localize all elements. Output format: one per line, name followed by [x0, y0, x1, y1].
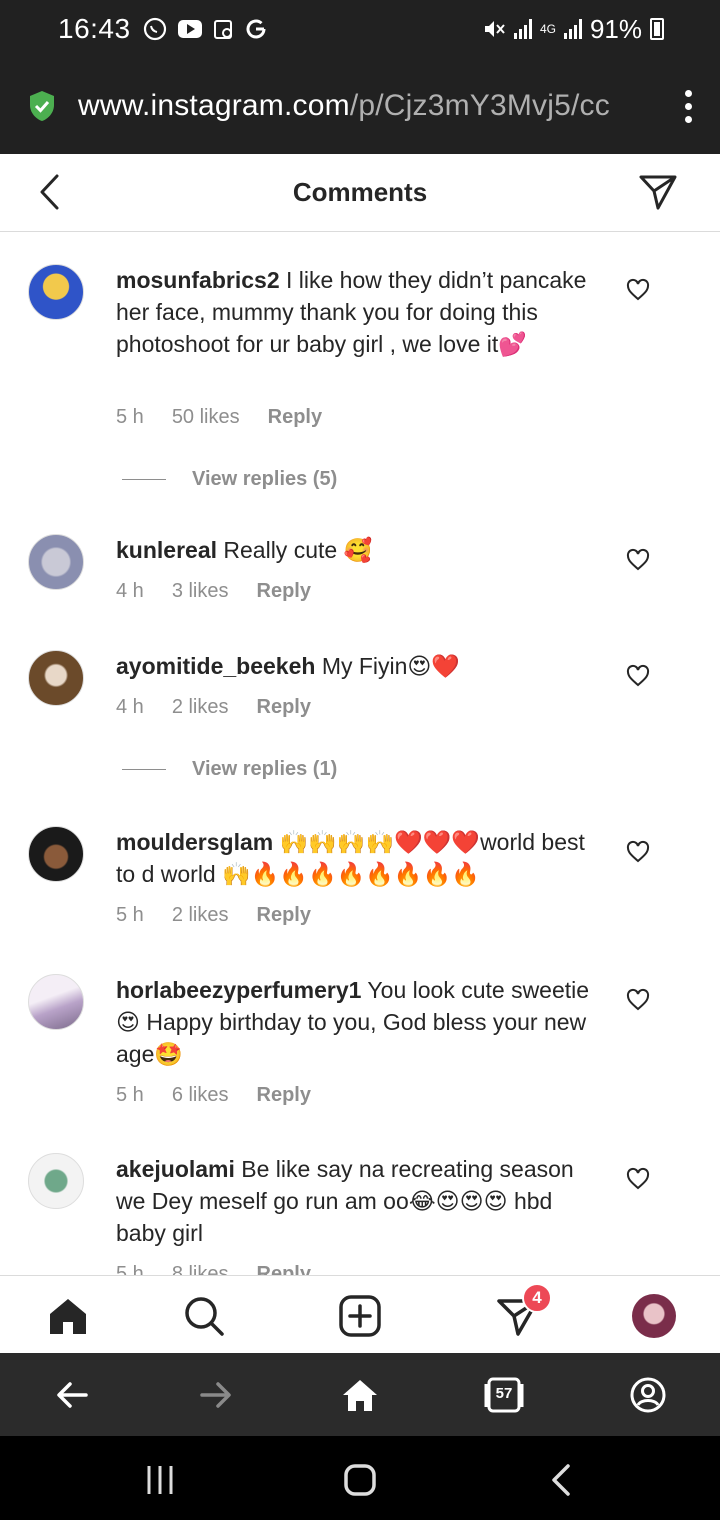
comment-meta: 5 h 8 likes Reply: [116, 1263, 311, 1275]
google-icon: [246, 19, 266, 39]
comment-text: mouldersglam 🙌🙌🙌🙌❤️❤️❤️world best to d w…: [116, 826, 606, 890]
comment-meta: 5 h 50 likes Reply: [116, 406, 322, 429]
avatar[interactable]: [28, 264, 84, 320]
mute-icon: [484, 21, 505, 37]
browser-menu-button[interactable]: [676, 89, 700, 123]
comments-list[interactable]: mosunfabrics2 I like how they didn’t pan…: [0, 232, 720, 1275]
comment-text: kunlereal Really cute 🥰: [116, 534, 606, 566]
comment-likes[interactable]: 50 likes: [172, 406, 240, 429]
comment-username[interactable]: akejuolami: [116, 1156, 235, 1182]
comment-text: akejuolami Be like say na recreating sea…: [116, 1153, 606, 1249]
comment-text: horlabeezyperfumery1 You look cute sweet…: [116, 974, 606, 1070]
heart-icon[interactable]: [626, 988, 650, 1012]
heart-icon[interactable]: [626, 278, 650, 302]
avatar[interactable]: [28, 650, 84, 706]
comment-time: 5 h: [116, 406, 144, 428]
comment-meta: 4 h 3 likes Reply: [116, 580, 311, 603]
view-replies-button[interactable]: View replies (5): [122, 468, 337, 491]
status-right: 4G 91%: [482, 14, 664, 45]
comment-time: 5 h: [116, 1263, 144, 1275]
comment-text: mosunfabrics2 I like how they didn’t pan…: [116, 264, 606, 360]
youtube-icon: [177, 20, 202, 38]
comment-username[interactable]: ayomitide_beekeh: [116, 653, 315, 679]
reply-button[interactable]: Reply: [257, 904, 311, 927]
comment-username[interactable]: mouldersglam: [116, 829, 273, 855]
heart-icon[interactable]: [626, 1167, 650, 1191]
account-icon[interactable]: [628, 1375, 668, 1415]
comment-username[interactable]: horlabeezyperfumery1: [116, 977, 361, 1003]
tabs-count: 57: [495, 1384, 513, 1402]
comment-time: 5 h: [116, 1084, 144, 1106]
reply-button[interactable]: Reply: [257, 1084, 311, 1107]
recent-apps-icon[interactable]: [140, 1460, 180, 1500]
comment-message: Really cute 🥰: [223, 537, 373, 563]
heart-icon[interactable]: [626, 664, 650, 688]
reply-button[interactable]: Reply: [268, 406, 322, 429]
whatsapp-icon: [143, 17, 166, 41]
comment-meta: 5 h 2 likes Reply: [116, 904, 311, 927]
notification-icons: [143, 17, 267, 41]
status-time: 16:43: [58, 13, 131, 44]
home-button-icon[interactable]: [340, 1460, 380, 1500]
comment-meta: 5 h 6 likes Reply: [116, 1084, 311, 1107]
comment-likes[interactable]: 2 likes: [172, 904, 229, 927]
comment-username[interactable]: kunlereal: [116, 537, 217, 563]
url-path: /p/Cjz3mY3Mvj5/cc: [349, 89, 610, 122]
search-icon[interactable]: [182, 1294, 226, 1338]
avatar[interactable]: [28, 1153, 84, 1209]
page-title: Comments: [292, 177, 428, 207]
avatar[interactable]: [28, 974, 84, 1030]
view-replies-label: View replies (5): [192, 468, 338, 490]
system-navigation-bar: [0, 1436, 720, 1520]
comment-likes[interactable]: 6 likes: [172, 1084, 229, 1107]
browser-forward-icon[interactable]: [196, 1375, 236, 1415]
comment-meta: 4 h 2 likes Reply: [116, 696, 311, 719]
network-label: 4G: [539, 22, 556, 36]
url-domain: www.instagram.com: [78, 89, 350, 122]
system-back-icon[interactable]: [542, 1460, 582, 1500]
avatar[interactable]: [28, 826, 84, 882]
reply-button[interactable]: Reply: [257, 696, 311, 719]
signal-icon: [513, 19, 532, 39]
comment-text: ayomitide_beekeh My Fiyin😍❤️: [116, 650, 606, 682]
status-bar: 16:43 4G 91%: [0, 0, 720, 58]
comment-time: 4 h: [116, 696, 144, 718]
camera-icon: [213, 20, 232, 39]
avatar[interactable]: [28, 534, 84, 590]
view-replies-button[interactable]: View replies (1): [122, 758, 337, 781]
comment-time: 5 h: [116, 904, 144, 926]
shield-icon: [30, 91, 54, 121]
battery-percent: 91%: [589, 13, 642, 44]
comment-likes[interactable]: 3 likes: [172, 580, 229, 603]
heart-icon[interactable]: [626, 548, 650, 572]
browser-home-icon[interactable]: [340, 1375, 380, 1415]
battery-icon: [650, 18, 664, 40]
back-arrow-icon[interactable]: [32, 172, 72, 212]
reply-button[interactable]: Reply: [257, 580, 311, 603]
share-icon[interactable]: [638, 172, 678, 212]
profile-avatar[interactable]: [632, 1294, 676, 1338]
new-post-icon[interactable]: [338, 1294, 382, 1338]
comments-header: Comments: [0, 154, 720, 232]
reply-button[interactable]: Reply: [257, 1263, 311, 1275]
heart-icon[interactable]: [626, 840, 650, 864]
home-icon[interactable]: [46, 1294, 90, 1338]
url-text[interactable]: www.instagram.com/p/Cjz3mY3Mvj5/cc: [78, 89, 648, 123]
browser-url-bar[interactable]: www.instagram.com/p/Cjz3mY3Mvj5/cc: [0, 58, 720, 154]
signal-icon-2: [563, 19, 582, 39]
comment-likes[interactable]: 2 likes: [172, 696, 229, 719]
browser-back-icon[interactable]: [52, 1375, 92, 1415]
comment-username[interactable]: mosunfabrics2: [116, 267, 280, 293]
browser-toolbar: [0, 1353, 720, 1436]
view-replies-label: View replies (1): [192, 758, 338, 780]
notification-badge: 4: [522, 1283, 552, 1313]
comment-likes[interactable]: 8 likes: [172, 1263, 229, 1275]
bottom-nav: [0, 1275, 720, 1353]
comment-time: 4 h: [116, 580, 144, 602]
comment-message: My Fiyin😍❤️: [321, 653, 461, 679]
